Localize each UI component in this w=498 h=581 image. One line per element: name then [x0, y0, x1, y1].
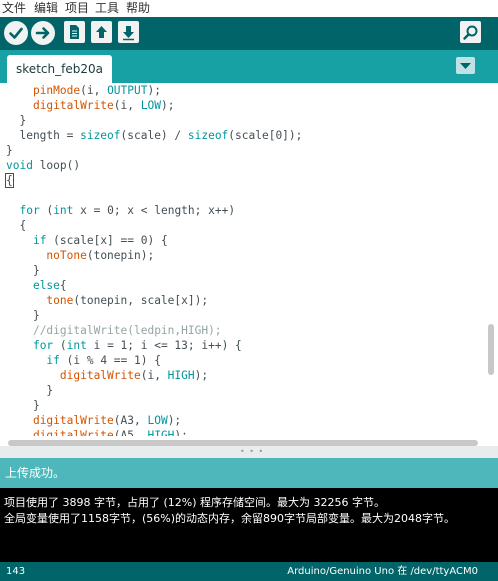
serial-monitor-button[interactable]: [460, 21, 481, 43]
code-line[interactable]: noTone(tonepin);: [6, 249, 154, 262]
code-line[interactable]: }: [6, 114, 26, 127]
code-line[interactable]: }: [6, 264, 40, 277]
footer-bar: 143 Arduino/Genuino Uno 在 /dev/ttyACM0: [0, 562, 498, 581]
code-line[interactable]: void loop(): [6, 159, 80, 172]
code-line[interactable]: for (int x = 0; x < length; x++): [6, 204, 235, 217]
code-line[interactable]: {: [5, 173, 14, 188]
console-output: 项目使用了 3898 字节，占用了 (12%) 程序存储空间。最大为 32256…: [0, 488, 498, 564]
code-line[interactable]: if (i % 4 == 1) {: [6, 354, 161, 367]
code-line[interactable]: if (scale[x] == 0) {: [6, 234, 168, 247]
toolbar: [0, 17, 498, 50]
code-line[interactable]: tone(tonepin, scale[x]);: [6, 294, 208, 307]
console-line: 项目使用了 3898 字节，占用了 (12%) 程序存储空间。最大为 32256…: [4, 496, 385, 509]
triangle-down-icon: [460, 63, 471, 69]
magnifier-icon: [463, 25, 478, 40]
tab-sketch[interactable]: sketch_feb20a: [7, 55, 112, 83]
code-line[interactable]: }: [6, 384, 53, 397]
save-button[interactable]: [118, 21, 139, 43]
tab-menu-button[interactable]: [456, 57, 475, 74]
code-line[interactable]: pinMode(i, OUTPUT);: [6, 84, 161, 97]
line-number: 143: [6, 566, 26, 577]
new-button[interactable]: [64, 21, 85, 43]
menu-sketch[interactable]: 项目: [65, 1, 89, 15]
arrow-right-icon: [35, 27, 50, 39]
code-editor[interactable]: pinMode(i, OUTPUT); digitalWrite(i, LOW)…: [0, 83, 498, 440]
code-line[interactable]: for (int i = 1; i <= 13; i++) {: [6, 339, 242, 352]
menu-help[interactable]: 帮助: [126, 1, 150, 15]
menu-tools[interactable]: 工具: [95, 1, 119, 15]
divider-grip-icon: • • •: [240, 447, 265, 456]
console-line: 全局变量使用了1158字节，(56%)的动态内存，余留890字节局部变量。最大为…: [4, 512, 456, 525]
menu-edit[interactable]: 编辑: [34, 1, 58, 15]
check-icon: [9, 27, 23, 39]
code-line[interactable]: //digitalWrite(ledpin,HIGH);: [6, 324, 222, 337]
upload-button[interactable]: [31, 21, 55, 45]
arrow-down-icon: [123, 26, 134, 41]
status-bar: 上传成功。: [0, 458, 498, 488]
code-line[interactable]: }: [6, 309, 40, 322]
vertical-scrollbar[interactable]: [486, 84, 495, 433]
tab-bar: sketch_feb20a: [0, 50, 498, 83]
open-button[interactable]: [91, 21, 112, 43]
code-line[interactable]: {: [6, 219, 26, 232]
code-line[interactable]: digitalWrite(i, HIGH);: [6, 369, 208, 382]
code-text[interactable]: pinMode(i, OUTPUT); digitalWrite(i, LOW)…: [5, 83, 302, 440]
arrow-up-icon: [96, 26, 107, 38]
new-file-icon: [70, 25, 79, 39]
vertical-scroll-thumb[interactable]: [488, 324, 494, 375]
code-line[interactable]: }: [6, 144, 13, 157]
code-line[interactable]: else{: [6, 279, 67, 292]
code-line[interactable]: length = sizeof(scale) / sizeof(scale[0]…: [6, 129, 302, 142]
menu-bar: 文件 编辑 项目 工具 帮助: [0, 0, 498, 17]
verify-button[interactable]: [4, 21, 28, 45]
menu-file[interactable]: 文件: [2, 1, 26, 15]
status-message: 上传成功。: [5, 466, 66, 480]
code-line[interactable]: digitalWrite(i, LOW);: [6, 99, 174, 112]
board-port-info: Arduino/Genuino Uno 在 /dev/ttyACM0: [287, 566, 478, 577]
code-line[interactable]: digitalWrite(A3, LOW);: [6, 414, 181, 427]
code-line[interactable]: }: [6, 399, 40, 412]
